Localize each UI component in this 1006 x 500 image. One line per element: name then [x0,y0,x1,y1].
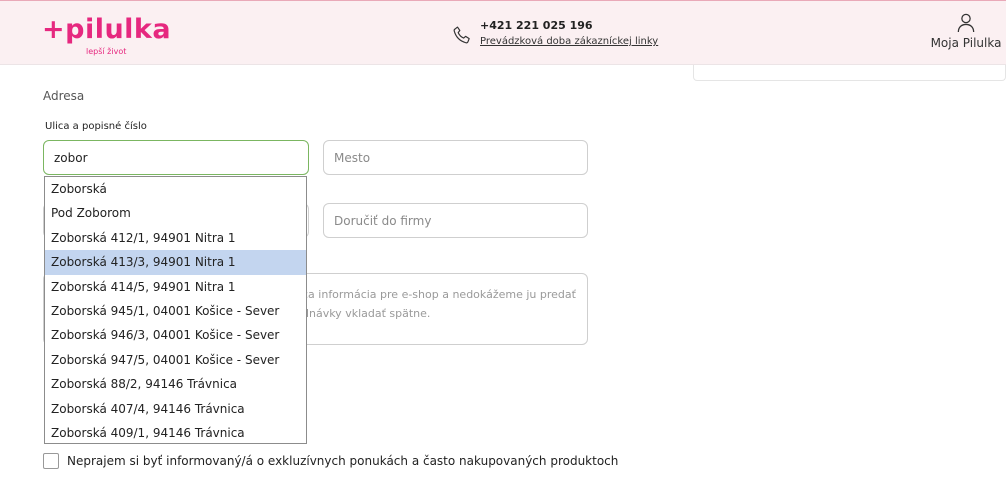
newsletter-opt-out-label[interactable]: Neprajem si byť informovaný/á o exkluzív… [67,454,618,468]
autocomplete-option[interactable]: Zoborská 407/4, 94146 Trávnica [45,397,306,421]
city-input[interactable] [323,140,588,175]
autocomplete-option[interactable]: Zoborská 409/1, 94146 Trávnica [45,421,306,445]
phone-number: +421 221 025 196 [480,19,593,32]
account-label: Moja Pilulka [930,36,1002,50]
street-autocomplete-list: Zoborská Pod Zoborom Zoborská 412/1, 94901… [44,176,307,444]
phone-hours-link[interactable]: Prevádzková doba zákazníckej linky [480,36,658,47]
order-summary-panel [693,65,1006,81]
phone-icon [453,26,470,44]
autocomplete-option[interactable]: Pod Zoborom [45,201,306,225]
autocomplete-option[interactable]: Zoborská 412/1, 94901 Nitra 1 [45,226,306,250]
autocomplete-option[interactable]: Zoborská 88/2, 94146 Trávnica [45,372,306,396]
pilulka-logo[interactable]: +pilulka lepší život [42,14,172,57]
autocomplete-option[interactable]: Zoborská 946/3, 04001 Košice - Sever [45,323,306,347]
logo-text: +pilulka [42,14,172,45]
autocomplete-option[interactable]: Zoborská 947/5, 04001 Košice - Sever [45,348,306,372]
company-delivery-input[interactable] [323,203,588,238]
autocomplete-option[interactable]: Zoborská 413/3, 94901 Nitra 1 [45,250,306,275]
autocomplete-option[interactable]: Zoborská [45,177,306,201]
user-icon [957,13,975,33]
street-input[interactable] [43,140,309,175]
newsletter-opt-out-checkbox[interactable] [43,453,59,469]
delivery-note-text: ca informácia pre e-shop a nedokážeme ju… [302,288,576,320]
autocomplete-option[interactable]: Zoborská 414/5, 94901 Nitra 1 [45,275,306,299]
autocomplete-option[interactable]: Zoborská 945/1, 04001 Košice - Sever [45,299,306,323]
address-section-title: Adresa [43,89,85,103]
logo-tagline: lepší život [86,47,127,56]
site-header: +pilulka lepší život +421 221 025 196 Pr… [0,0,1006,65]
account-button[interactable]: Moja Pilulka [926,13,1006,50]
street-label: Ulica a popisné číslo [45,121,147,132]
